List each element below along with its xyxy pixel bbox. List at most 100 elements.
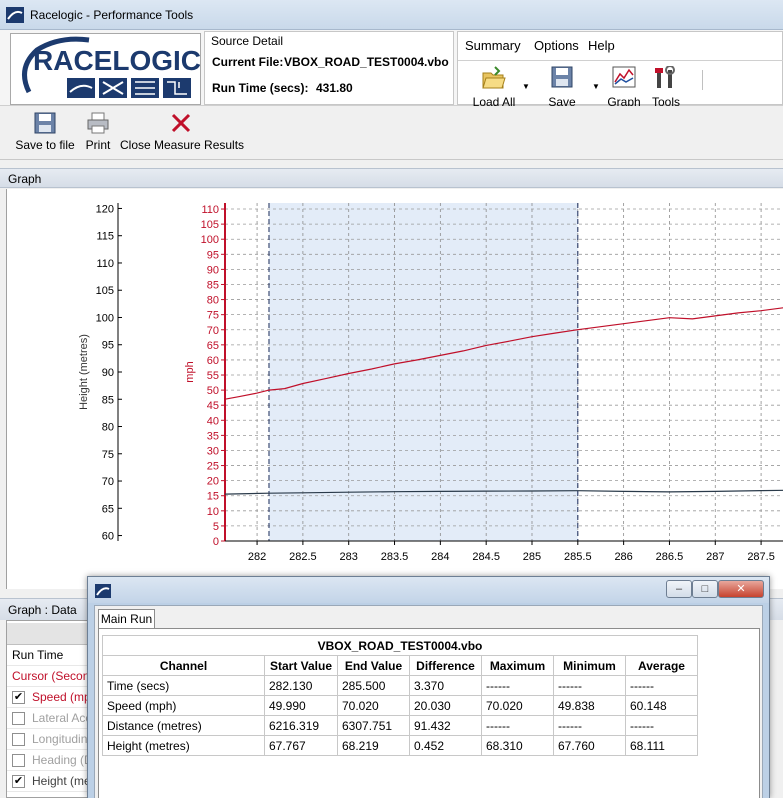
mph-tick-label: 0 [213, 536, 219, 548]
table-cell: Time (secs) [102, 675, 265, 696]
mph-tick-label: 90 [207, 264, 219, 276]
app-icon [6, 7, 24, 23]
main-run-panel: VBOX_ROAD_TEST0004.vbo Channel Start Valu… [98, 628, 760, 798]
mph-tick-label: 5 [213, 521, 219, 533]
minimize-icon: – [675, 583, 683, 595]
x-tick-label: 285.5 [564, 551, 592, 563]
current-file-label: Current File: [212, 55, 284, 69]
table-cell: 68.310 [481, 735, 554, 756]
save-to-file-button[interactable]: Save to file [14, 112, 76, 152]
menu-help[interactable]: Help [588, 38, 615, 53]
table-cell: 6307.751 [337, 715, 410, 736]
data-panel-column-header [7, 623, 91, 645]
app-icon [95, 584, 111, 598]
printer-icon [87, 112, 109, 134]
load-all-button[interactable]: Load All [466, 66, 522, 109]
logo-text: RACELOGIC [33, 45, 200, 76]
floppy-disk-icon [34, 112, 56, 134]
table-cell: 67.760 [553, 735, 626, 756]
column-header: Minimum [553, 655, 626, 676]
height-tick-label: 65 [102, 503, 114, 515]
load-all-dropdown-arrow-icon[interactable]: ▼ [522, 82, 530, 91]
x-tick-label: 286 [614, 551, 632, 563]
channel-checkbox[interactable] [12, 712, 25, 725]
run-time-label: Run Time (secs): [212, 81, 309, 95]
x-tick-label: 284 [431, 551, 449, 563]
tab-main-run[interactable]: Main Run [98, 609, 155, 629]
table-cell: Height (metres) [102, 735, 265, 756]
channel-checkbox[interactable] [12, 733, 25, 746]
channel-label: Height (metres) [32, 774, 91, 788]
save-to-file-label: Save to file [15, 138, 75, 152]
measure-toolbar: Save to file Print Close Measure Results [0, 106, 783, 160]
print-button[interactable]: Print [82, 112, 114, 152]
close-measure-results-label: Close Measure Results [120, 138, 245, 152]
table-cell: 49.838 [553, 695, 626, 716]
x-tick-label: 283.5 [381, 551, 409, 563]
height-tick-label: 90 [102, 367, 114, 379]
tools-button[interactable]: Tools [648, 65, 684, 109]
channel-label: Cursor (Seconds) [12, 669, 91, 683]
height-tick-label: 115 [96, 231, 114, 243]
menu-options[interactable]: Options [534, 38, 579, 53]
mph-tick-label: 85 [207, 279, 219, 291]
table-cell: ------ [553, 715, 626, 736]
data-channel-row[interactable]: ✔ Height (metres) [7, 771, 91, 792]
data-channel-row[interactable]: Cursor (Seconds) [7, 666, 91, 687]
results-file-caption: VBOX_ROAD_TEST0004.vbo [102, 635, 698, 656]
table-cell: 60.148 [625, 695, 698, 716]
x-tick-label: 282.5 [289, 551, 317, 563]
channel-checkbox[interactable]: ✔ [12, 691, 25, 704]
graph-button[interactable]: Graph [606, 66, 642, 109]
data-channel-row[interactable]: ✔ Speed (mph) [7, 687, 91, 708]
channel-checkbox[interactable]: ✔ [12, 775, 25, 788]
data-channel-row[interactable]: Longitudinal [7, 729, 91, 750]
table-cell: 6216.319 [264, 715, 338, 736]
table-cell: Distance (metres) [102, 715, 265, 736]
height-tick-label: 110 [96, 258, 114, 270]
table-cell: 282.130 [264, 675, 338, 696]
mph-tick-label: 105 [201, 219, 219, 231]
height-tick-label: 80 [102, 422, 114, 434]
data-channel-row[interactable]: Heading (D [7, 750, 91, 771]
menu-summary[interactable]: Summary [465, 38, 521, 53]
column-header: Start Value [264, 655, 338, 676]
height-axis-label: Height (metres) [78, 334, 90, 410]
save-dropdown-arrow-icon[interactable]: ▼ [592, 82, 600, 91]
table-row: Distance (metres) 6216.319 6307.751 91.432-… [102, 715, 698, 736]
data-panel: Run Time Cursor (Seconds) ✔ Speed (mph) Late… [6, 620, 91, 798]
table-cell: ------ [553, 675, 626, 696]
close-measure-results-button[interactable]: Close Measure Results [120, 112, 245, 152]
channel-label: Lateral Acc [32, 711, 91, 725]
table-cell: 285.500 [337, 675, 410, 696]
maximize-button[interactable]: □ [692, 580, 718, 598]
x-tick-label: 284.5 [472, 551, 500, 563]
mph-tick-label: 80 [207, 295, 219, 307]
table-cell: 70.020 [337, 695, 410, 716]
channel-checkbox[interactable] [12, 754, 25, 767]
table-cell: 68.219 [337, 735, 410, 756]
mph-tick-label: 75 [207, 310, 219, 322]
column-header: End Value [337, 655, 410, 676]
graph-area[interactable]: 282 282.5 283 283.5 284 284.5 285 285.5 286 286.5… [6, 189, 783, 589]
mph-tick-label: 15 [207, 491, 219, 503]
minimize-button[interactable]: – [666, 580, 692, 598]
data-channel-row[interactable]: Lateral Acc [7, 708, 91, 729]
mph-axis-label: mph [184, 361, 196, 382]
speed-height-chart[interactable]: 282 282.5 283 283.5 284 284.5 285 285.5 286 286.5… [7, 189, 783, 589]
selection-region[interactable] [268, 203, 578, 541]
channel-label: Speed (mph) [32, 690, 91, 704]
data-channel-row[interactable]: Run Time [7, 645, 91, 666]
table-cell: ------ [481, 715, 554, 736]
height-tick-label: 95 [102, 340, 114, 352]
mph-tick-label: 45 [207, 400, 219, 412]
run-time-value: 431.80 [316, 81, 353, 95]
table-cell: ------ [481, 675, 554, 696]
column-header: Channel [102, 655, 265, 676]
save-button[interactable]: Save [544, 66, 580, 109]
channel-label: Run Time [12, 648, 64, 662]
close-window-button[interactable]: ✕ [718, 580, 764, 598]
tools-icon [655, 65, 675, 88]
channel-label: Heading (D [32, 753, 91, 767]
column-header: Maximum [481, 655, 554, 676]
